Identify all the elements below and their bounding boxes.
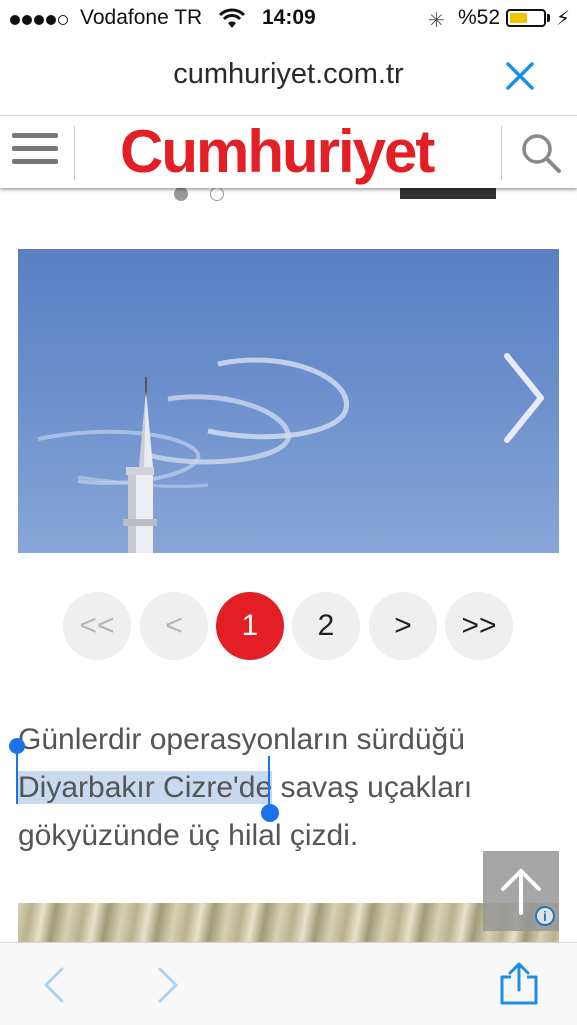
signal-strength-icon (10, 12, 70, 30)
carousel-indicator-active[interactable] (174, 187, 188, 201)
carrier-name: Vodafone TR (80, 6, 203, 29)
url-text[interactable]: cumhuriyet.com.tr (0, 58, 577, 91)
selection-end-caret (268, 756, 270, 808)
next-page-button[interactable]: > (369, 592, 437, 660)
header-divider (74, 126, 75, 180)
clock: 14:09 (262, 6, 316, 29)
charging-bolt-icon: ⚡︎ (556, 8, 571, 30)
back-arrow-icon[interactable] (38, 965, 72, 1005)
battery-icon (506, 9, 546, 27)
page-2-button[interactable]: 2 (292, 592, 360, 660)
chevron-right-icon[interactable] (497, 348, 549, 448)
url-bar: cumhuriyet.com.tr (0, 40, 577, 112)
activity-spinner-icon: ✳ (428, 10, 445, 32)
last-page-button[interactable]: >> (445, 592, 513, 660)
close-icon[interactable] (500, 56, 540, 96)
battery-percent: %52 (458, 6, 501, 29)
sky-contrail-image (37, 357, 349, 553)
ad-info-icon[interactable]: i (535, 906, 555, 926)
previous-page-button[interactable]: < (140, 592, 208, 660)
share-icon[interactable] (498, 961, 540, 1007)
site-logo[interactable]: Cumhuriyet (120, 116, 435, 188)
page-1-button[interactable]: 1 (216, 592, 284, 660)
selected-text[interactable]: Diyarbakır Cizre'de (18, 771, 273, 804)
hamburger-menu-icon[interactable] (12, 133, 60, 169)
search-icon[interactable] (518, 130, 564, 176)
wifi-icon (218, 8, 246, 28)
status-bar: Vodafone TR 14:09 ✳ %52 ⚡︎ (0, 0, 577, 36)
article-photo[interactable] (18, 249, 559, 553)
browser-toolbar (0, 942, 577, 1025)
carousel-indicator[interactable] (210, 187, 224, 201)
header-divider (501, 126, 502, 180)
pagination: << < 1 2 > >> (0, 592, 577, 662)
article-line: Günlerdir operasyonların sürdüğü (18, 723, 465, 756)
advertisement-banner[interactable] (18, 903, 559, 943)
first-page-button[interactable]: << (63, 592, 131, 660)
selection-end-handle[interactable] (261, 804, 279, 822)
battery-tip (547, 14, 550, 22)
selection-start-caret (16, 752, 18, 804)
article-text[interactable]: Günlerdir operasyonların sürdüğü Diyarbak… (18, 716, 563, 860)
site-header: Cumhuriyet (0, 115, 577, 188)
carousel-previous-item-edge (400, 188, 496, 199)
forward-arrow-icon[interactable] (150, 965, 184, 1005)
